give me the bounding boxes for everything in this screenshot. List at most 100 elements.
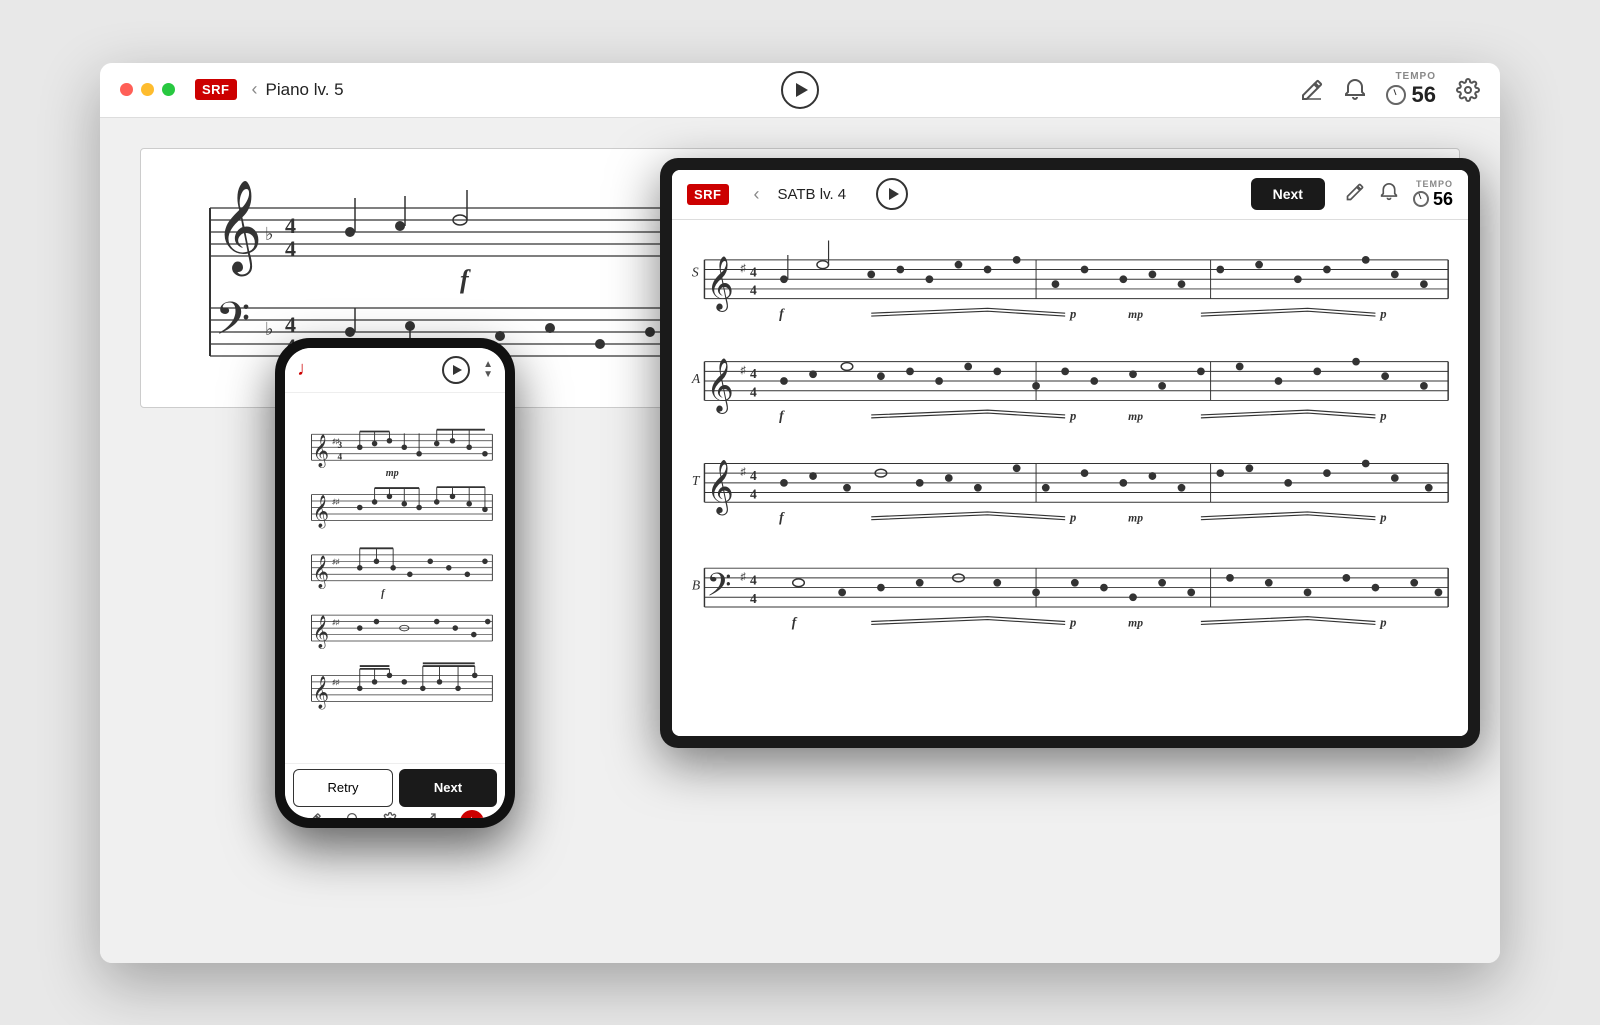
- maximize-dot[interactable]: [162, 83, 175, 96]
- svg-text:p: p: [1379, 408, 1386, 422]
- svg-text:p: p: [1069, 615, 1076, 629]
- svg-text:4: 4: [750, 591, 757, 606]
- svg-text:♭: ♭: [265, 224, 274, 244]
- phone-music-icon: ♩: [297, 358, 317, 381]
- svg-text:f: f: [381, 588, 386, 599]
- svg-text:𝄞: 𝄞: [312, 495, 328, 528]
- svg-text:𝄞: 𝄞: [706, 459, 734, 516]
- svg-text:𝄢: 𝄢: [215, 294, 250, 355]
- svg-text:4: 4: [750, 282, 757, 297]
- svg-text:f: f: [779, 509, 785, 524]
- svg-text:p: p: [1069, 408, 1076, 422]
- tablet-back-button[interactable]: ‹: [754, 184, 760, 205]
- svg-text:♯♯: ♯♯: [332, 496, 340, 505]
- phone-bell-icon[interactable]: [345, 812, 359, 818]
- svg-text:S: S: [692, 264, 699, 279]
- svg-text:mp: mp: [1128, 409, 1143, 422]
- toolbar-right: TEMPO 56: [1300, 71, 1480, 108]
- svg-text:4: 4: [750, 384, 757, 399]
- phone-notation-svg: 𝄞 3 4 ♯♯: [293, 398, 497, 758]
- svg-text:mp: mp: [1128, 511, 1143, 524]
- svg-text:f: f: [792, 614, 798, 629]
- tempo-value: 56: [1412, 82, 1436, 108]
- annotation-icon[interactable]: [1300, 78, 1324, 102]
- svg-text:4: 4: [750, 467, 757, 482]
- tablet-tempo: TEMPO 56: [1413, 179, 1453, 210]
- tablet-bell-icon[interactable]: [1380, 182, 1398, 207]
- svg-text:𝄞: 𝄞: [706, 357, 734, 414]
- svg-text:4: 4: [338, 452, 343, 462]
- phone-bottom-bar: Retry Next: [285, 763, 505, 818]
- play-button[interactable]: [781, 71, 819, 109]
- svg-text:♯: ♯: [740, 263, 746, 274]
- svg-text:4: 4: [285, 236, 296, 261]
- phone-screen: ♩ ▲ ▼: [285, 348, 505, 818]
- phone-icon-bar: ★: [285, 807, 505, 818]
- tablet-notation-svg: S 𝄞 4 4 ♯: [687, 230, 1453, 726]
- back-button[interactable]: ‹: [252, 79, 258, 100]
- close-dot[interactable]: [120, 83, 133, 96]
- svg-text:♯♯: ♯♯: [332, 617, 340, 626]
- tablet-srf-logo: SRF: [687, 184, 729, 205]
- music-content: 𝄞 𝄢 4 4 4 4 ♭ ♭ f mf: [100, 118, 1500, 963]
- phone-play-icon: [453, 365, 462, 375]
- svg-text:f: f: [779, 407, 785, 422]
- phone-star-icon[interactable]: ★: [460, 810, 484, 818]
- window-controls: [120, 83, 175, 96]
- svg-text:𝄞: 𝄞: [312, 676, 328, 709]
- phone-pencil-icon[interactable]: [306, 812, 322, 818]
- svg-text:𝄞: 𝄞: [312, 555, 328, 588]
- tablet-screen: SRF ‹ SATB lv. 4 Next: [672, 170, 1468, 736]
- phone-expand-icon[interactable]: [421, 812, 437, 818]
- svg-text:p: p: [1379, 510, 1386, 524]
- svg-text:4: 4: [750, 572, 757, 587]
- tempo-section: TEMPO 56: [1386, 71, 1436, 108]
- tempo-label: TEMPO: [1395, 71, 1436, 82]
- svg-text:𝄢: 𝄢: [706, 568, 731, 611]
- tablet-music-area: S 𝄞 4 4 ♯: [672, 220, 1468, 736]
- svg-text:mp: mp: [386, 468, 399, 479]
- svg-text:4: 4: [750, 486, 757, 501]
- tablet-play-button[interactable]: [876, 178, 908, 210]
- tablet-title: SATB lv. 4: [778, 186, 847, 203]
- tablet-toolbar: SRF ‹ SATB lv. 4 Next: [672, 170, 1468, 220]
- svg-text:♯: ♯: [740, 365, 746, 376]
- tablet-tempo-value: 56: [1433, 189, 1453, 210]
- page-title: Piano lv. 5: [266, 80, 344, 100]
- retry-button[interactable]: Retry: [293, 769, 393, 807]
- minimize-dot[interactable]: [141, 83, 154, 96]
- srf-logo: SRF: [195, 79, 237, 100]
- svg-text:♯♯: ♯♯: [332, 677, 340, 686]
- svg-text:p: p: [1379, 615, 1386, 629]
- notification-icon[interactable]: [1344, 78, 1366, 102]
- tablet-annotation-icon[interactable]: [1345, 182, 1365, 207]
- title-bar: SRF ‹ Piano lv. 5 TEMPO: [100, 63, 1500, 118]
- phone-settings-icon[interactable]: [382, 812, 398, 818]
- svg-text:♯: ♯: [740, 571, 746, 582]
- tablet-device: SRF ‹ SATB lv. 4 Next: [660, 158, 1480, 748]
- phone-next-button[interactable]: Next: [399, 769, 497, 807]
- svg-text:𝄞: 𝄞: [706, 255, 734, 312]
- svg-text:4: 4: [750, 264, 757, 279]
- svg-text:p: p: [1069, 510, 1076, 524]
- svg-text:B: B: [692, 577, 700, 592]
- phone-device: ♩ ▲ ▼: [275, 338, 515, 828]
- phone-music-area: 𝄞 3 4 ♯♯: [285, 393, 505, 763]
- phone-scroll-arrows[interactable]: ▲ ▼: [483, 360, 493, 380]
- svg-text:p: p: [1379, 307, 1386, 321]
- tablet-next-button[interactable]: Next: [1251, 178, 1325, 210]
- svg-text:4: 4: [285, 213, 296, 238]
- svg-text:𝄞: 𝄞: [312, 435, 328, 468]
- svg-text:𝄞: 𝄞: [215, 181, 262, 276]
- tablet-tempo-clock: [1413, 191, 1429, 207]
- svg-text:♭: ♭: [265, 319, 274, 339]
- svg-text:♯♯: ♯♯: [332, 557, 340, 566]
- svg-text:mp: mp: [1128, 308, 1143, 321]
- svg-text:p: p: [1069, 307, 1076, 321]
- tablet-tempo-label: TEMPO: [1416, 179, 1453, 189]
- settings-icon[interactable]: [1456, 78, 1480, 102]
- phone-play-button[interactable]: [442, 356, 470, 384]
- svg-text:f: f: [460, 265, 471, 294]
- svg-text:4: 4: [750, 366, 757, 381]
- svg-text:T: T: [692, 472, 701, 487]
